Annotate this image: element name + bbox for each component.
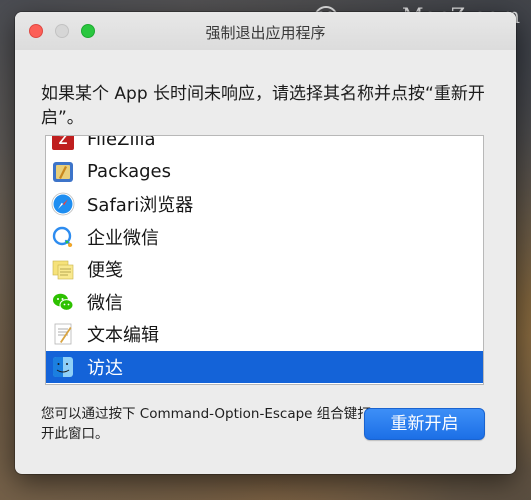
app-row-wecom[interactable]: 企业微信 (46, 221, 483, 254)
app-name: 文本编辑 (87, 325, 159, 347)
svg-text:Z: Z (59, 135, 68, 147)
app-row-packages[interactable]: Packages (46, 156, 483, 189)
app-row-finder[interactable]: 访达 (46, 350, 483, 383)
filezilla-icon: Z (52, 135, 74, 151)
wecom-icon (52, 226, 73, 247)
wechat-icon (53, 293, 74, 311)
app-row-textedit[interactable]: 文本编辑 (46, 318, 483, 351)
app-row-stickies[interactable]: 便笺 (46, 253, 483, 286)
force-quit-window: 强制退出应用程序 如果某个 App 长时间未响应，请选择其名称并点按“重新开启”… (15, 12, 516, 474)
app-row-wechat[interactable]: 微信 (46, 286, 483, 319)
app-name: 企业微信 (87, 227, 159, 249)
stickies-icon (52, 260, 74, 280)
app-name: 访达 (87, 357, 123, 379)
app-name: 便笺 (87, 260, 123, 282)
app-row-filezilla[interactable]: Z FileZilla (46, 135, 483, 156)
app-name: Safari浏览器 (87, 195, 194, 217)
window-title: 强制退出应用程序 (205, 24, 326, 42)
safari-icon (51, 192, 75, 216)
app-list[interactable]: Z FileZilla Packages Safari浏览器 企业微信 便笺 微… (45, 135, 484, 385)
instructions-text: 如果某个 App 长时间未响应，请选择其名称并点按“重新开启”。 (41, 84, 485, 128)
app-list-content: Z FileZilla Packages Safari浏览器 企业微信 便笺 微… (46, 135, 483, 383)
finder-icon (53, 356, 73, 377)
app-name: Packages (87, 161, 171, 183)
packages-icon (53, 161, 73, 182)
relaunch-button[interactable]: 重新开启 (364, 408, 485, 440)
textedit-icon (54, 323, 72, 345)
title-bar: 强制退出应用程序 (15, 12, 516, 50)
app-name: 微信 (87, 292, 123, 314)
app-name: FileZilla (87, 135, 156, 150)
shortcut-hint: 您可以通过按下 Command-Option-Escape 组合键打开此窗口。 (41, 406, 371, 442)
app-row-safari[interactable]: Safari浏览器 (46, 188, 483, 221)
